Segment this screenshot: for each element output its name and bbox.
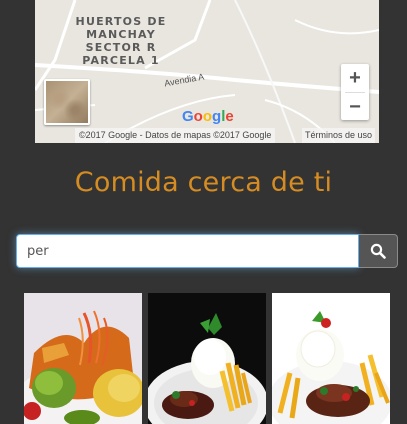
google-logo-letter: g [212,108,222,125]
map-place-line: MANCHAY [86,28,156,41]
google-logo-letter: o [202,108,213,125]
satellite-toggle-thumbnail[interactable] [44,79,90,125]
google-logo-letter: o [193,108,203,125]
zoom-in-button[interactable]: + [341,64,369,92]
salad-plate-image [24,293,142,424]
zoom-out-button[interactable]: − [341,93,369,121]
search-input[interactable] [16,234,359,268]
map-place-line: SECTOR R [85,41,157,54]
zoom-control[interactable]: + − [341,64,369,120]
search-button[interactable] [359,234,398,268]
map-view[interactable]: HUERTOS DE MANCHAY SECTOR R PARCELA 1 Av… [35,0,379,143]
map-place-line: HUERTOS DE [75,15,167,28]
map-place-label: HUERTOS DE MANCHAY SECTOR R PARCELA 1 [55,15,187,67]
food-card-3[interactable] [272,293,390,424]
terms-of-use-link[interactable]: Términos de uso [301,128,375,143]
map-place-line: PARCELA 1 [82,54,160,67]
google-logo: Google [182,108,234,125]
search-bar [16,234,398,268]
page-title: Comida cerca de ti [74,167,333,198]
search-icon [370,243,386,259]
lomo-saltado-image-dark [148,293,266,424]
food-card-2[interactable] [148,293,266,424]
map-attribution-bar: ©2017 Google - Datos de mapas ©2017 Goog… [35,128,379,143]
lomo-saltado-image-light [272,293,390,424]
food-card-1[interactable] [24,293,142,424]
google-logo-letter: G [182,108,194,125]
map-attribution: ©2017 Google - Datos de mapas ©2017 Goog… [75,128,276,143]
google-logo-letter: e [225,108,234,125]
